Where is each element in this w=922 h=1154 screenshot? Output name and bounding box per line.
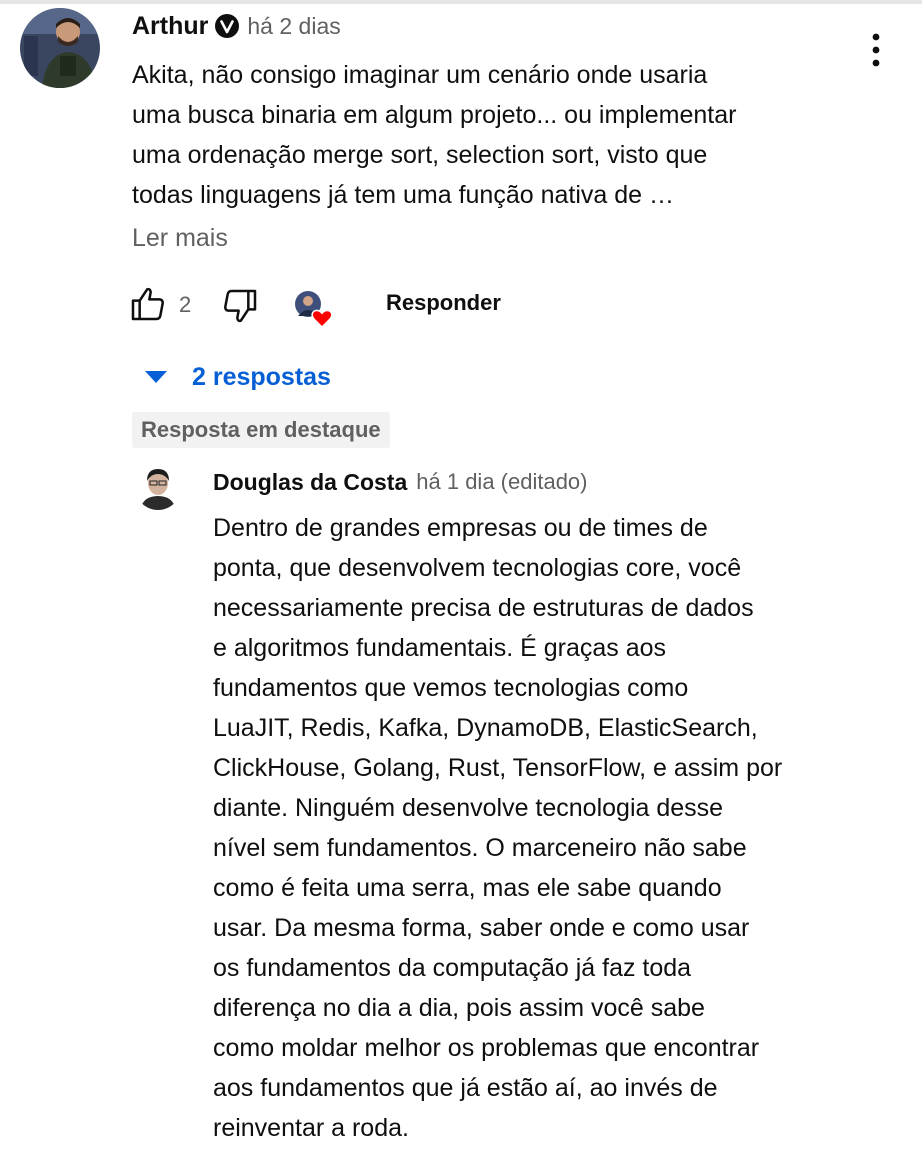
reply-button[interactable]: Responder bbox=[386, 290, 501, 316]
caret-down-icon bbox=[145, 371, 167, 383]
verified-icon bbox=[215, 14, 240, 38]
creator-heart-icon bbox=[294, 290, 336, 330]
like-count: 2 bbox=[179, 292, 192, 317]
reply-header: Douglas da Costa há 1 dia (editado) bbox=[213, 466, 588, 498]
reply-timestamp[interactable]: há 1 dia (editado) bbox=[416, 469, 587, 495]
like-button[interactable] bbox=[128, 284, 168, 329]
comment-header: Arthur há 2 dias bbox=[132, 10, 341, 42]
top-divider bbox=[0, 0, 922, 4]
comment-action-bar: 2 Responder bbox=[128, 284, 628, 331]
thumb-down-icon bbox=[224, 289, 257, 323]
comment-author-avatar[interactable] bbox=[20, 8, 100, 88]
comment-text: Akita, não consigo imaginar um cenário o… bbox=[132, 61, 737, 209]
reply-author-name[interactable]: Douglas da Costa bbox=[213, 469, 407, 496]
comment-author-name[interactable]: Arthur bbox=[132, 12, 208, 41]
dislike-button[interactable] bbox=[220, 286, 260, 331]
replies-toggle-label: 2 respostas bbox=[192, 362, 331, 391]
thumb-up-icon bbox=[131, 287, 164, 321]
comment-timestamp[interactable]: há 2 dias bbox=[247, 13, 340, 40]
reply-text: Dentro de grandes empresas ou de times d… bbox=[213, 514, 783, 1142]
read-more-link[interactable]: Ler mais bbox=[132, 224, 228, 253]
replies-toggle[interactable]: 2 respostas bbox=[144, 360, 331, 394]
reply-author-avatar[interactable] bbox=[135, 464, 181, 510]
highlighted-reply-badge: Resposta em destaque bbox=[132, 412, 390, 448]
